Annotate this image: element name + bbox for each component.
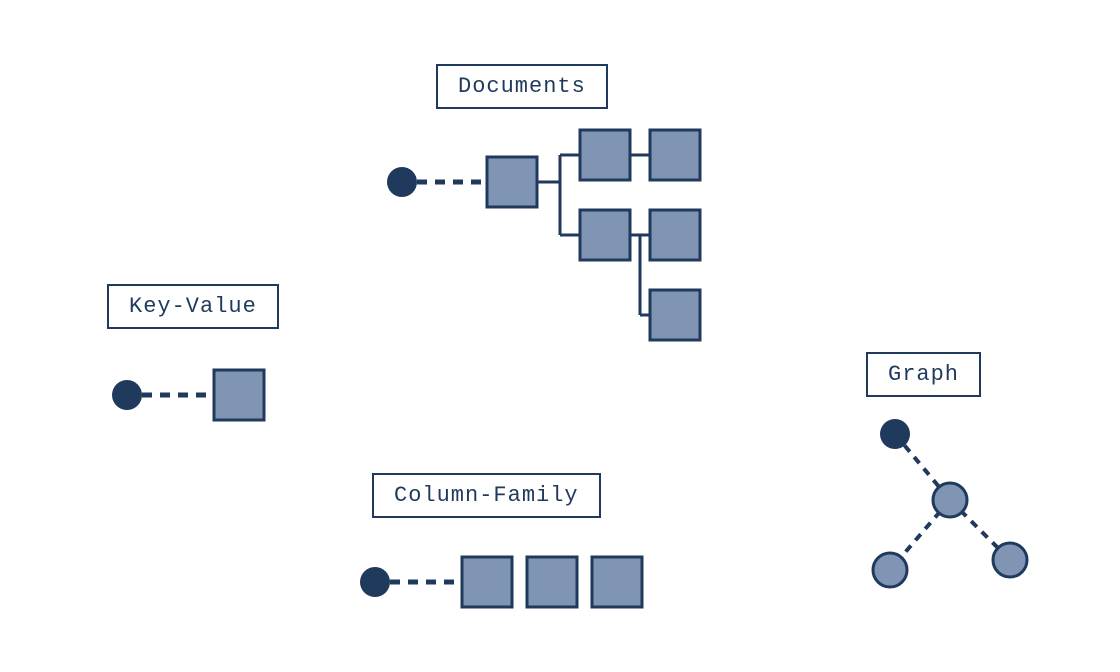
graph-node-left (873, 553, 907, 587)
graph-diagram (0, 0, 1120, 672)
graph-root-node (880, 419, 910, 449)
graph-node-right (993, 543, 1027, 577)
graph-node-center (933, 483, 967, 517)
diagram-container: Documents (0, 0, 1120, 672)
